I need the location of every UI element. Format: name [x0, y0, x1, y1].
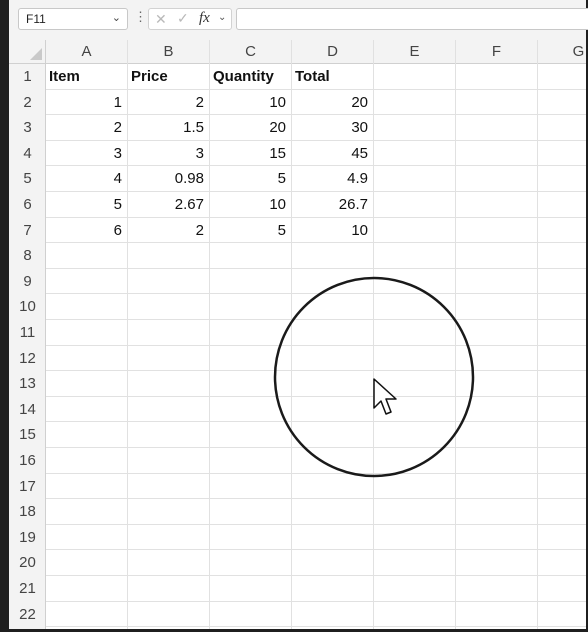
- table-cell[interactable]: 2: [128, 218, 210, 244]
- name-box-value: F11: [26, 12, 46, 26]
- table-cell[interactable]: 3: [46, 141, 128, 167]
- formula-input[interactable]: [236, 8, 588, 30]
- row-header-9[interactable]: 9: [9, 269, 46, 295]
- table-cell[interactable]: 20: [292, 90, 374, 116]
- table-cell[interactable]: 2: [128, 90, 210, 116]
- table-cell[interactable]: 26.7: [292, 192, 374, 218]
- table-cell[interactable]: 10: [210, 90, 292, 116]
- gridline-horizontal: [46, 472, 586, 474]
- row-header-8[interactable]: 8: [9, 243, 46, 269]
- row-header-10[interactable]: 10: [9, 294, 46, 320]
- table-cell[interactable]: 4.9: [292, 166, 374, 192]
- gridline-horizontal: [46, 549, 586, 551]
- gridline-horizontal: [46, 523, 586, 525]
- chevron-down-icon[interactable]: ⌄: [218, 12, 226, 23]
- row-header-13[interactable]: 13: [9, 371, 46, 397]
- row-header-19[interactable]: 19: [9, 525, 46, 551]
- row-header-1[interactable]: 1: [9, 64, 46, 90]
- column-header-f[interactable]: F: [456, 40, 538, 64]
- worksheet-grid[interactable]: ABCDEFG 1 2 3 4 5 6 7 8 9 10 11 12 13 14 15 16 17 18 19 20 2…: [9, 40, 586, 629]
- table-cell[interactable]: 3: [128, 141, 210, 167]
- row-header-17[interactable]: 17: [9, 474, 46, 500]
- gridline-horizontal: [46, 575, 586, 576]
- row-header-18[interactable]: 18: [9, 499, 46, 525]
- row-header-6[interactable]: 6: [9, 192, 46, 218]
- table-cell[interactable]: 4: [46, 166, 128, 192]
- formula-actions: ✕ ✓ fx ⌄: [148, 8, 232, 30]
- row-header-20[interactable]: 20: [9, 550, 46, 576]
- table-cell[interactable]: 30: [292, 115, 374, 141]
- gridline-vertical: [455, 64, 456, 629]
- header-cell-price[interactable]: Price: [128, 64, 210, 90]
- column-header-e[interactable]: E: [374, 40, 456, 64]
- table-cell[interactable]: 5: [210, 218, 292, 244]
- gridline-horizontal: [46, 319, 586, 320]
- table-cell[interactable]: 10: [292, 218, 374, 244]
- gridline-horizontal: [46, 626, 586, 628]
- table-cell[interactable]: 1: [46, 90, 128, 116]
- select-all-button[interactable]: [9, 40, 46, 64]
- gridline-horizontal: [46, 447, 586, 448]
- chevron-down-icon[interactable]: ⌄: [112, 11, 121, 24]
- header-cell-item[interactable]: Item: [46, 64, 128, 90]
- gridline-horizontal: [46, 498, 586, 500]
- column-header-a[interactable]: A: [46, 40, 128, 64]
- table-cell[interactable]: 1.5: [128, 115, 210, 141]
- table-cell[interactable]: 5: [210, 166, 292, 192]
- row-header-16[interactable]: 16: [9, 448, 46, 474]
- row-header-2[interactable]: 2: [9, 90, 46, 116]
- row-header-5[interactable]: 5: [9, 166, 46, 192]
- row-header-3[interactable]: 3: [9, 115, 46, 141]
- column-header-d[interactable]: D: [292, 40, 374, 64]
- gridline-horizontal: [46, 421, 586, 423]
- row-header-11[interactable]: 11: [9, 320, 46, 346]
- table-cell[interactable]: 15: [210, 141, 292, 167]
- row-header-12[interactable]: 12: [9, 346, 46, 372]
- table-cell[interactable]: 2: [46, 115, 128, 141]
- table-cell[interactable]: 45: [292, 141, 374, 167]
- header-cell-quantity[interactable]: Quantity: [210, 64, 292, 90]
- header-cell-total[interactable]: Total: [292, 64, 374, 90]
- close-icon[interactable]: ✕: [155, 11, 167, 28]
- row-header-22[interactable]: 22: [9, 602, 46, 628]
- table-cell[interactable]: 20: [210, 115, 292, 141]
- window-frame-left: [0, 0, 9, 632]
- row-header-15[interactable]: 15: [9, 422, 46, 448]
- gridline-horizontal: [46, 344, 586, 346]
- gridline-horizontal: [46, 395, 586, 397]
- more-options-icon[interactable]: ⋮: [134, 9, 147, 25]
- check-icon[interactable]: ✓: [177, 10, 189, 27]
- fx-icon[interactable]: fx: [199, 10, 210, 27]
- table-cell[interactable]: 0.98: [128, 166, 210, 192]
- table-cell[interactable]: 5: [46, 192, 128, 218]
- gridline-horizontal: [46, 267, 586, 269]
- name-box[interactable]: F11 ⌄: [18, 8, 128, 30]
- gridline-horizontal: [46, 370, 586, 372]
- row-header-14[interactable]: 14: [9, 397, 46, 423]
- row-header-4[interactable]: 4: [9, 141, 46, 167]
- formula-bar: F11 ⌄ ⋮ ✕ ✓ fx ⌄: [9, 0, 588, 40]
- gridline-horizontal: [46, 600, 586, 602]
- row-header-7[interactable]: 7: [9, 218, 46, 244]
- row-header-21[interactable]: 21: [9, 576, 46, 602]
- table-cell[interactable]: 10: [210, 192, 292, 218]
- column-header-c[interactable]: C: [210, 40, 292, 64]
- table-cell[interactable]: 6: [46, 218, 128, 244]
- gridline-vertical: [537, 64, 538, 629]
- column-header-g[interactable]: G: [538, 40, 586, 64]
- table-cell[interactable]: 2.67: [128, 192, 210, 218]
- gridline-horizontal: [46, 293, 586, 295]
- column-header-b[interactable]: B: [128, 40, 210, 64]
